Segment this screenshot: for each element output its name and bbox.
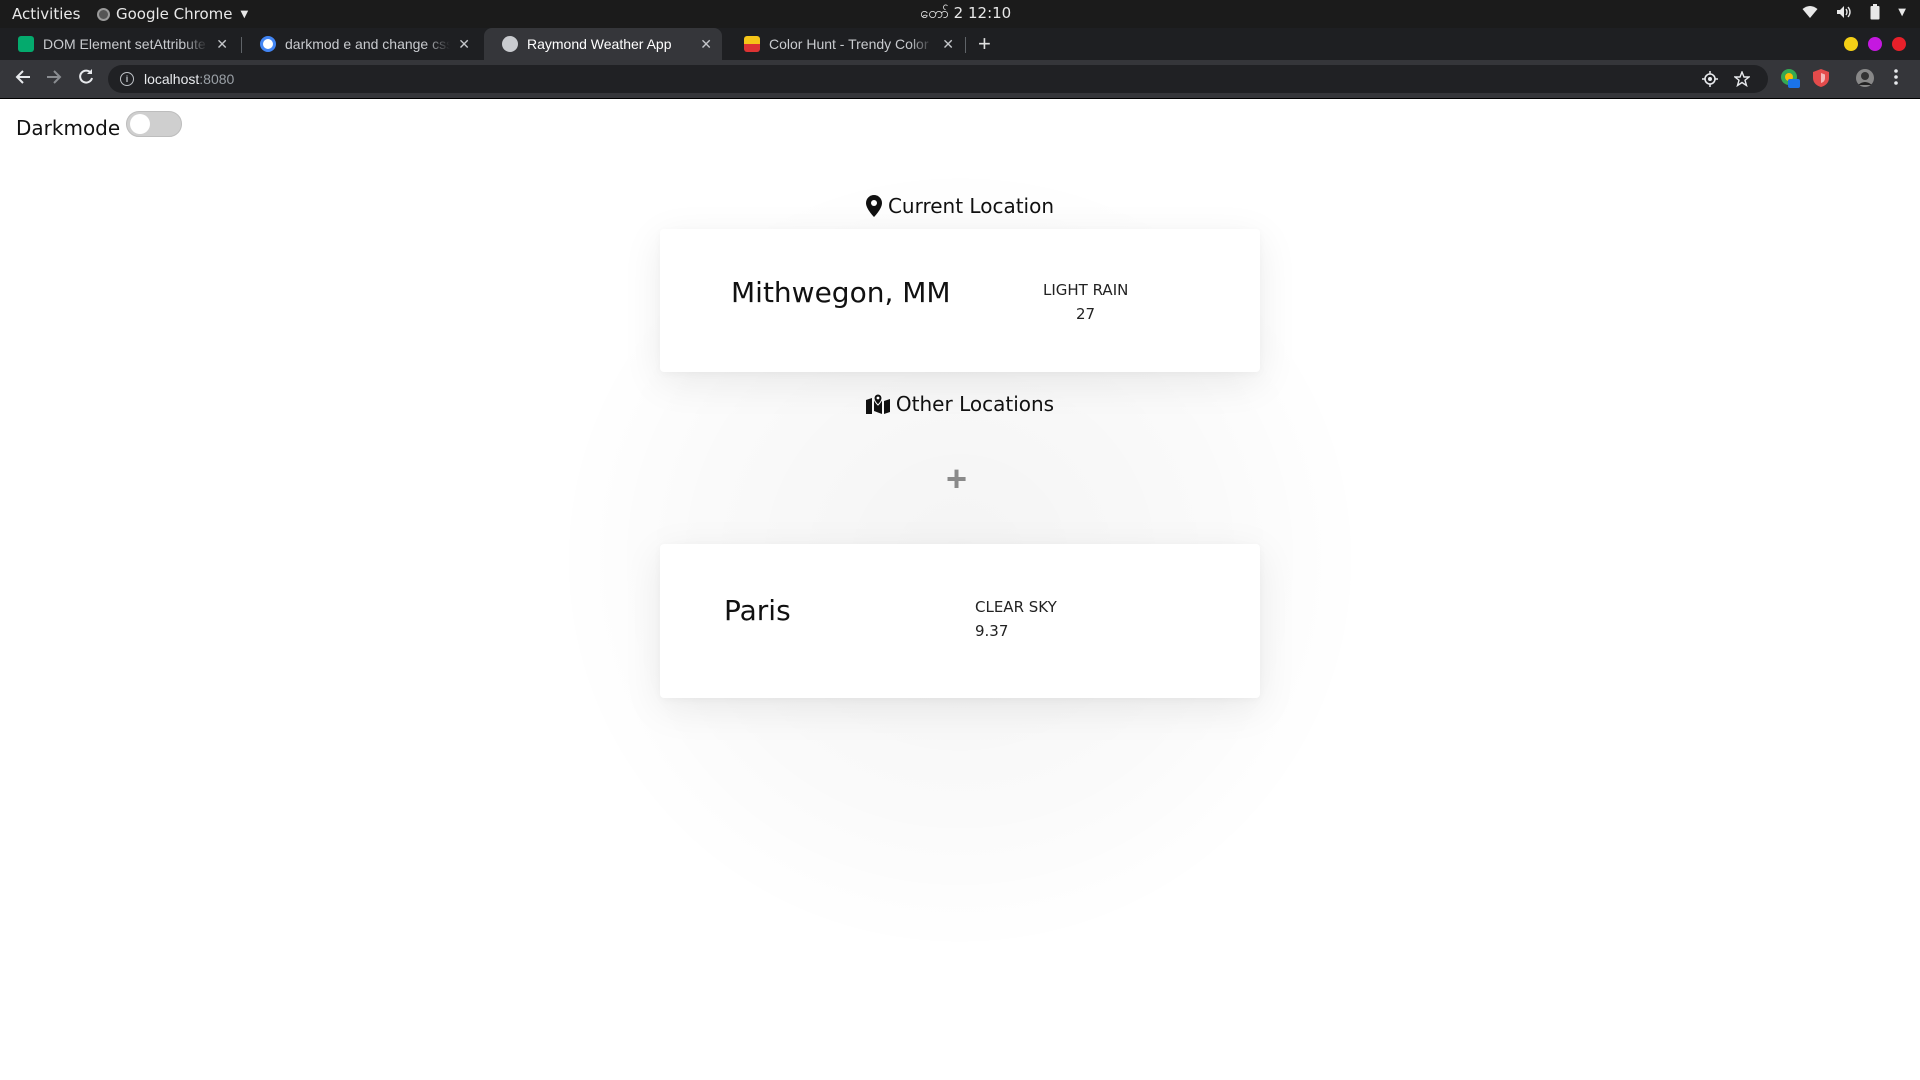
site-info-icon[interactable]: i	[120, 72, 134, 86]
current-location-heading: Current Location	[0, 194, 1920, 218]
activities-button[interactable]: Activities	[12, 5, 80, 23]
back-icon[interactable]	[14, 68, 32, 86]
extension-on-icon[interactable]	[1780, 68, 1800, 93]
map-marked-icon	[865, 394, 890, 414]
globe-icon	[502, 36, 518, 52]
tab-title: Raymond Weather App	[527, 36, 672, 52]
tab-dom-element[interactable]: DOM Element setAttribute ✕	[0, 28, 238, 60]
darkmode-label: Darkmode	[16, 116, 121, 140]
tab-title: darkmod e and change css	[285, 36, 451, 52]
toggle-knob	[130, 114, 150, 134]
tab-darkmode-search[interactable]: darkmod e and change css ✕	[242, 28, 480, 60]
system-tray[interactable]: ▼	[1802, 4, 1906, 20]
system-menu-caret-icon: ▼	[1898, 6, 1906, 18]
app-menu[interactable]: Google Chrome ▼	[97, 5, 248, 23]
darkmode-toggle[interactable]	[126, 111, 182, 137]
close-window-button[interactable]	[1892, 37, 1906, 51]
city-name: Mithwegon, MM	[731, 276, 951, 309]
profile-avatar-icon[interactable]	[1855, 68, 1875, 93]
chrome-icon	[97, 7, 110, 21]
battery-icon	[1870, 4, 1880, 20]
url-host: localhost	[144, 71, 200, 87]
close-tab-icon[interactable]: ✕	[700, 36, 712, 53]
caret-down-icon: ▼	[240, 8, 249, 20]
close-tab-icon[interactable]: ✕	[942, 36, 954, 53]
tab-color-hunt[interactable]: Color Hunt - Trendy Color ✕	[726, 28, 964, 60]
shield-extension-icon[interactable]	[1812, 68, 1830, 93]
minimize-button[interactable]	[1844, 37, 1858, 51]
temperature: 27	[1076, 305, 1096, 323]
maximize-button[interactable]	[1868, 37, 1882, 51]
city-name: Paris	[724, 594, 791, 627]
reload-icon[interactable]	[77, 68, 95, 86]
system-top-bar: Activities Google Chrome ▼ တော် 2 12:10 …	[0, 0, 1920, 28]
tab-strip: DOM Element setAttribute ✕ darkmod e and…	[0, 28, 1920, 60]
browser-toolbar: i localhost:8080	[0, 60, 1920, 99]
address-bar[interactable]: i localhost:8080	[108, 65, 1768, 93]
google-icon	[260, 36, 276, 52]
tab-title: DOM Element setAttribute	[43, 36, 206, 52]
window-controls	[1844, 37, 1906, 51]
clock[interactable]: တော် 2 12:10	[920, 4, 1011, 26]
app-name: Google Chrome	[116, 5, 233, 23]
map-pin-icon	[865, 195, 882, 217]
tab-title: Color Hunt - Trendy Color	[769, 36, 929, 52]
temperature: 9.37	[975, 622, 1009, 640]
colorhunt-icon	[744, 36, 760, 52]
tab-raymond-weather[interactable]: Raymond Weather App ✕	[484, 28, 722, 60]
weather-description: LIGHT RAIN	[1043, 281, 1129, 299]
wifi-icon	[1802, 6, 1818, 18]
url-port: :8080	[199, 71, 235, 87]
close-tab-icon[interactable]: ✕	[458, 36, 470, 53]
location-target-icon[interactable]	[1702, 71, 1718, 87]
close-tab-icon[interactable]: ✕	[216, 36, 228, 53]
forward-icon[interactable]	[45, 68, 63, 86]
current-location-card[interactable]: Mithwegon, MM LIGHT RAIN 27	[660, 229, 1260, 372]
tab-divider	[965, 37, 966, 53]
bookmark-star-icon[interactable]	[1734, 71, 1750, 87]
weather-app-page: Darkmode Current Location Mithwegon, MM …	[0, 100, 1920, 1080]
new-tab-button[interactable]: +	[978, 31, 991, 57]
chrome-menu-icon[interactable]	[1893, 68, 1899, 91]
add-location-button[interactable]: +	[946, 458, 967, 500]
volume-icon	[1837, 6, 1851, 18]
current-location-title: Current Location	[887, 194, 1055, 218]
weather-description: CLEAR SKY	[975, 598, 1057, 616]
other-locations-heading: Other Locations	[0, 392, 1920, 416]
w3schools-icon	[18, 36, 34, 52]
other-locations-title: Other Locations	[895, 392, 1055, 416]
location-card-paris[interactable]: Paris CLEAR SKY 9.37	[660, 544, 1260, 698]
